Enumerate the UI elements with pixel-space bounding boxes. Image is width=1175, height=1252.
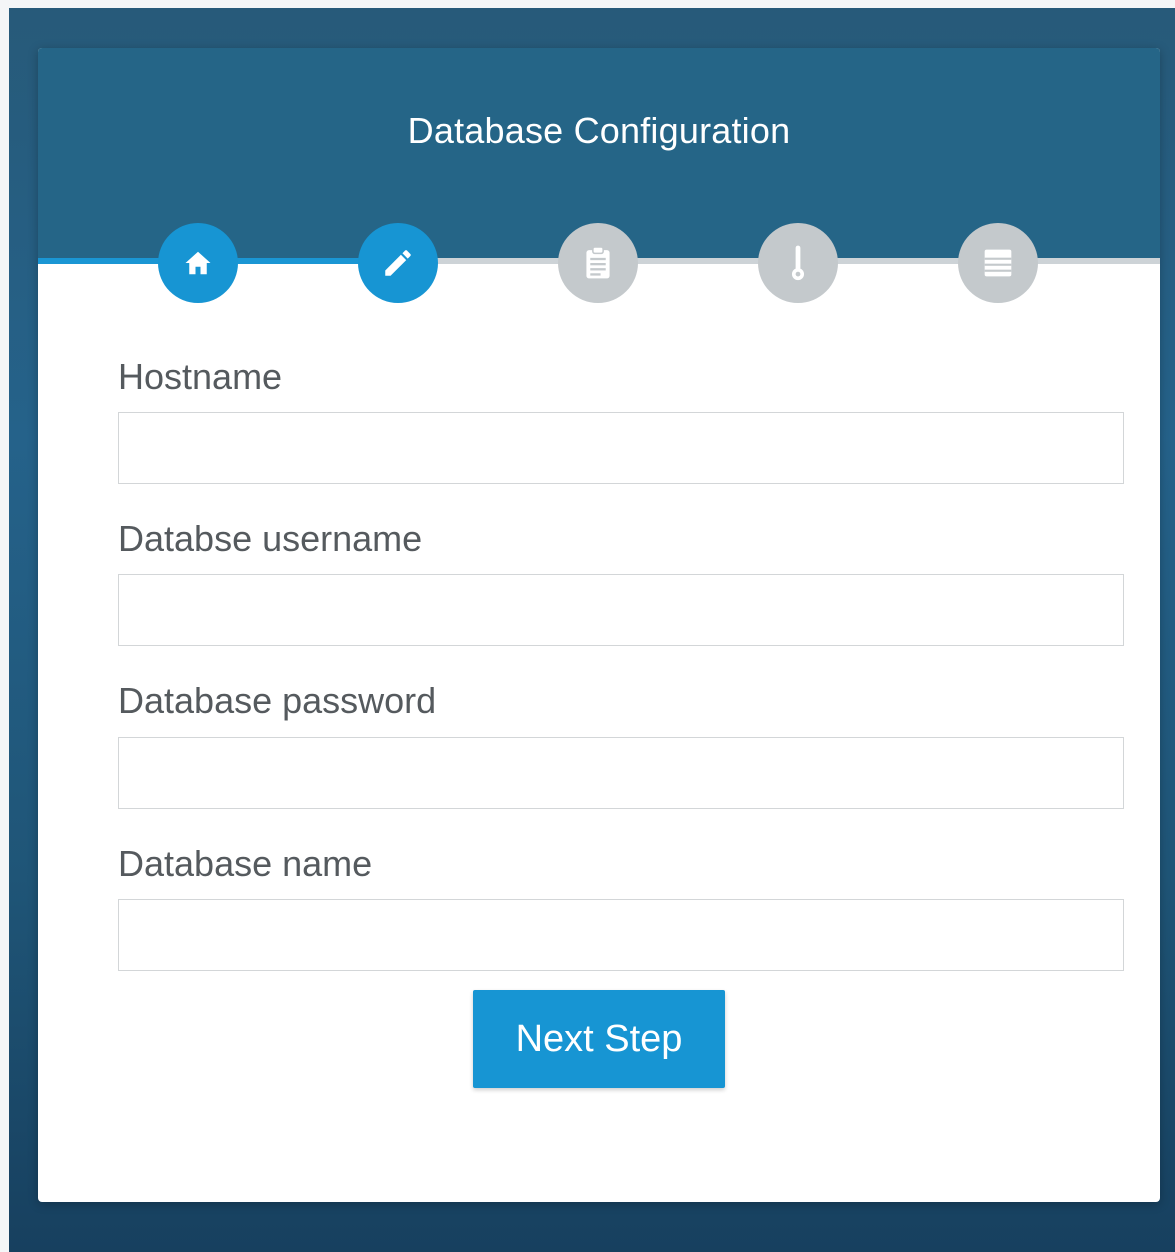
hostname-label: Hostname (118, 356, 283, 397)
dbname-input[interactable] (118, 899, 1124, 971)
background-edge-top (0, 0, 1175, 8)
hostname-input[interactable] (118, 412, 1124, 484)
dbname-label: Database name (118, 843, 373, 884)
username-label: Databse username (118, 518, 423, 559)
username-input[interactable] (118, 574, 1124, 646)
background-edge-left (0, 0, 9, 1252)
wizard-step-clipboard[interactable] (558, 223, 638, 303)
wizard-step-home[interactable] (158, 223, 238, 303)
password-label: Database password (118, 680, 437, 721)
list-icon (982, 247, 1014, 279)
next-step-button[interactable]: Next Step (473, 990, 725, 1088)
page-title: Database Configuration (407, 110, 791, 151)
thermometer-icon (788, 244, 808, 282)
wizard-step-thermometer[interactable] (758, 223, 838, 303)
password-input[interactable] (118, 737, 1124, 809)
home-icon (183, 248, 213, 278)
pencil-icon (381, 246, 415, 280)
clipboard-icon (582, 245, 614, 281)
config-card: Database Configuration Hostname Databse … (38, 48, 1160, 1202)
wizard-step-list[interactable] (958, 223, 1038, 303)
wizard-step-edit[interactable] (358, 223, 438, 303)
